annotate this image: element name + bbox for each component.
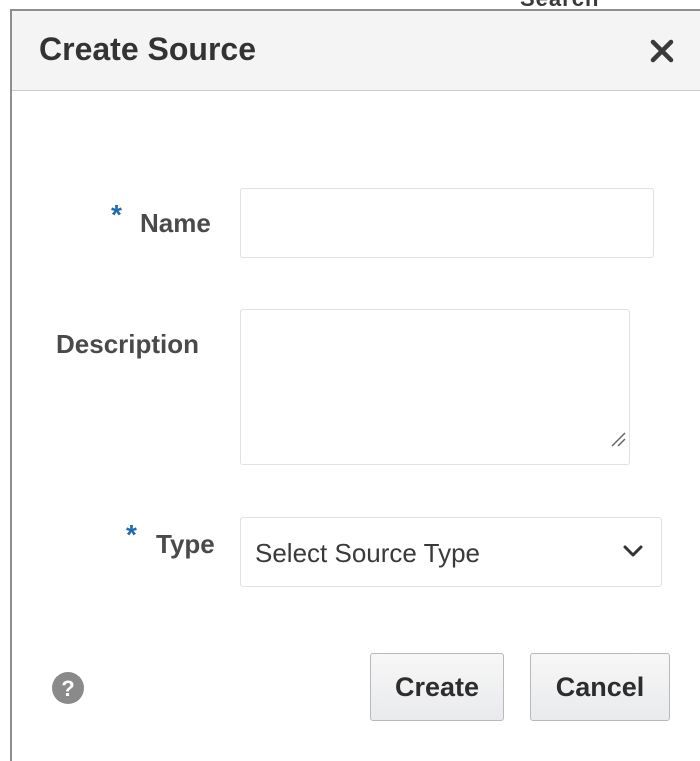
svg-text:?: ? [61,676,74,701]
close-icon [650,39,674,63]
name-label: Name [140,208,211,238]
type-required-marker: * [126,519,137,550]
description-field-wrapper [240,309,630,465]
cancel-button[interactable]: Cancel [530,653,670,721]
dialog-header: Create Source [12,11,700,91]
create-button[interactable]: Create [370,653,504,721]
resize-grip-icon[interactable] [608,429,628,449]
description-textarea[interactable] [240,309,630,465]
type-select[interactable]: Select Source Type [240,517,662,587]
create-source-dialog: Create Source * Name Description * Type … [10,9,700,761]
name-required-marker: * [111,199,122,230]
name-input[interactable] [240,188,654,258]
description-label: Description [56,329,200,359]
chevron-down-icon [623,545,643,557]
dialog-title: Create Source [39,31,256,67]
help-icon[interactable]: ? [51,671,85,705]
type-label: Type [156,529,215,559]
close-button[interactable] [642,31,682,71]
type-select-value: Select Source Type [255,538,480,568]
